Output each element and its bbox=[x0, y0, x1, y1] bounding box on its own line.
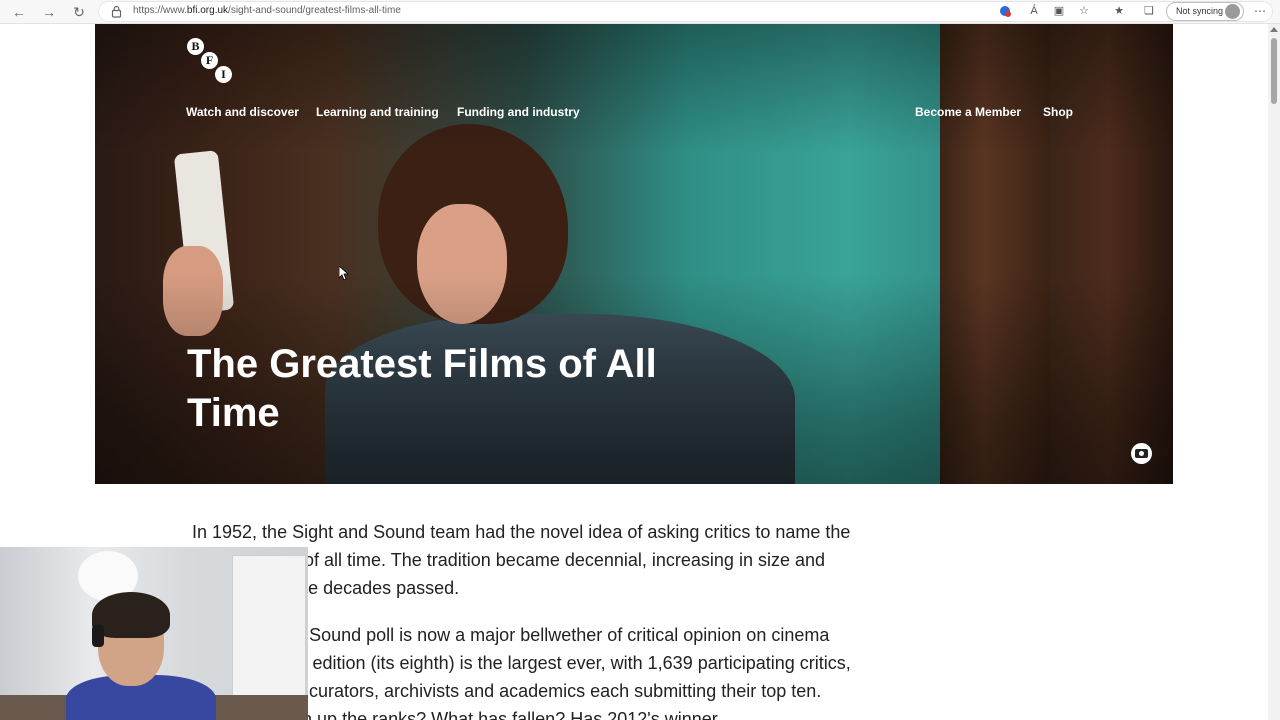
back-arrow-icon[interactable]: ← bbox=[10, 3, 28, 21]
page-scrollbar[interactable] bbox=[1268, 24, 1280, 720]
profile-button[interactable]: Not syncing bbox=[1166, 2, 1244, 21]
nav-shop[interactable]: Shop bbox=[1043, 105, 1073, 119]
nav-funding-and-industry[interactable]: Funding and industry bbox=[457, 105, 580, 119]
scroll-up-arrow-icon[interactable] bbox=[1270, 27, 1278, 32]
lock-icon bbox=[111, 5, 122, 18]
nav-watch-and-discover[interactable]: Watch and discover bbox=[186, 105, 299, 119]
address-bar[interactable]: https://www.bfi.org.uk/sight-and-sound/g… bbox=[98, 1, 1273, 22]
profile-label: Not syncing bbox=[1176, 6, 1224, 16]
browser-toolbar: ← → ↻ https://www.bfi.org.uk/sight-and-s… bbox=[0, 0, 1280, 24]
bfi-logo[interactable]: B F I bbox=[187, 38, 235, 84]
collections-icon[interactable]: ❏ bbox=[1142, 4, 1156, 18]
logo-letter-b: B bbox=[187, 38, 204, 55]
hero-top-shade bbox=[95, 24, 1173, 154]
webcam-door bbox=[232, 555, 306, 697]
nav-become-a-member[interactable]: Become a Member bbox=[915, 105, 1021, 119]
add-favorite-icon[interactable]: ☆ bbox=[1077, 4, 1091, 18]
webcam-overlay bbox=[0, 547, 308, 720]
headset-icon bbox=[92, 625, 104, 647]
logo-letter-f: F bbox=[201, 52, 218, 69]
nav-learning-and-training[interactable]: Learning and training bbox=[316, 105, 439, 119]
more-menu-icon[interactable]: ⋯ bbox=[1254, 4, 1266, 18]
url-text: https://www.bfi.org.uk/sight-and-sound/g… bbox=[133, 5, 401, 16]
favorites-icon[interactable]: ★ bbox=[1112, 4, 1126, 18]
reader-view-icon[interactable]: ▣ bbox=[1052, 4, 1066, 18]
camera-icon[interactable] bbox=[1131, 443, 1152, 464]
logo-letter-i: I bbox=[215, 66, 232, 83]
refresh-icon[interactable]: ↻ bbox=[70, 3, 88, 21]
avatar bbox=[1225, 4, 1240, 19]
page-title: The Greatest Films of All Time bbox=[187, 342, 657, 435]
scrollbar-thumb[interactable] bbox=[1271, 38, 1277, 104]
forward-arrow-icon[interactable]: → bbox=[40, 3, 58, 21]
hero-banner: B F I Watch and discover Learning and tr… bbox=[95, 24, 1173, 484]
read-aloud-icon[interactable]: Á bbox=[1027, 4, 1041, 18]
extension-icon[interactable] bbox=[998, 4, 1012, 18]
